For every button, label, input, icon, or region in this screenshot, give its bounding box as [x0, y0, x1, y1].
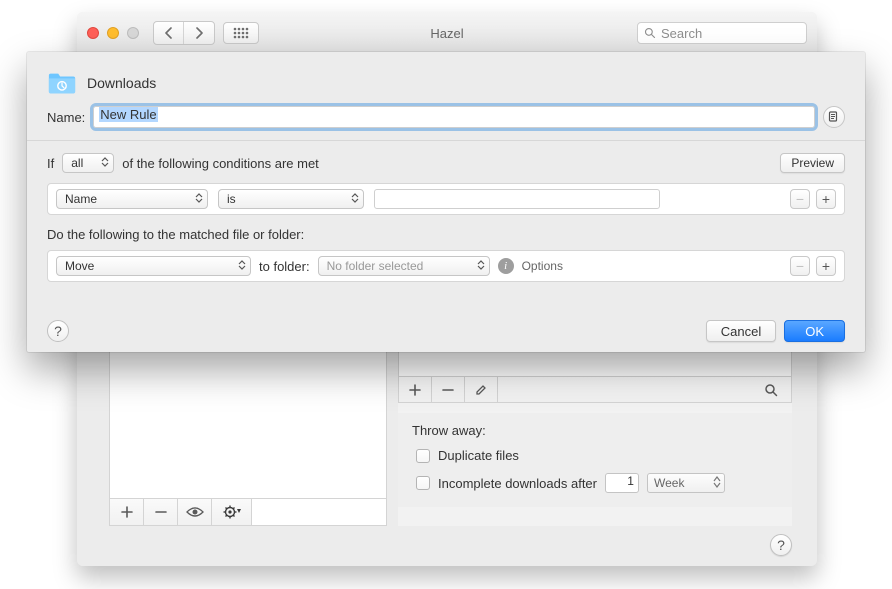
- preview-eye-button[interactable]: [178, 499, 212, 525]
- folders-toolbar: [110, 498, 386, 525]
- preview-button[interactable]: Preview: [780, 153, 845, 173]
- condition-row: Name is − +: [47, 183, 845, 215]
- options-label[interactable]: Options: [522, 259, 563, 273]
- to-folder-label: to folder:: [259, 259, 310, 274]
- duplicate-files-label: Duplicate files: [438, 448, 519, 463]
- close-window-button[interactable]: [87, 27, 99, 39]
- rule-name-value: New Rule: [99, 107, 157, 122]
- incomplete-downloads-label: Incomplete downloads after: [438, 476, 597, 491]
- nav-back-forward: [153, 21, 215, 45]
- if-suffix: of the following conditions are met: [122, 156, 319, 171]
- do-label: Do the following to the matched file or …: [47, 227, 845, 242]
- titlebar: Hazel Search: [77, 12, 817, 55]
- minimize-window-button[interactable]: [107, 27, 119, 39]
- zoom-window-button: [127, 27, 139, 39]
- remove-rule-button[interactable]: [432, 377, 465, 402]
- stepper-icon: [713, 476, 721, 488]
- add-condition-button[interactable]: +: [816, 189, 836, 209]
- condition-attribute-value: Name: [65, 192, 97, 206]
- action-verb-select[interactable]: Move: [56, 256, 251, 276]
- duplicate-files-checkbox[interactable]: [416, 449, 430, 463]
- if-label: If: [47, 156, 54, 171]
- match-mode-select[interactable]: all: [62, 153, 114, 173]
- throw-away-section: Throw away: Duplicate files Incomplete d…: [398, 413, 792, 507]
- help-button[interactable]: ?: [770, 534, 792, 556]
- condition-value-input[interactable]: [374, 189, 660, 209]
- updown-icon: [351, 193, 359, 203]
- rule-name-input[interactable]: New Rule: [93, 106, 815, 128]
- remove-action-button[interactable]: −: [790, 256, 810, 276]
- info-icon[interactable]: i: [498, 258, 514, 274]
- folder-name: Downloads: [87, 75, 156, 91]
- remove-condition-button[interactable]: −: [790, 189, 810, 209]
- rule-editor-sheet: Downloads Name: New Rule If all of the f…: [27, 52, 865, 352]
- condition-attribute-select[interactable]: Name: [56, 189, 208, 209]
- condition-operator-select[interactable]: is: [218, 189, 364, 209]
- notes-button[interactable]: [823, 106, 845, 128]
- traffic-lights: [87, 27, 139, 39]
- cancel-button[interactable]: Cancel: [706, 320, 776, 342]
- folder-icon: [47, 70, 77, 96]
- edit-rule-button[interactable]: [465, 377, 498, 402]
- condition-operator-value: is: [227, 192, 236, 206]
- show-all-button[interactable]: [223, 22, 259, 44]
- nav-back-button[interactable]: [154, 22, 184, 44]
- nav-forward-button[interactable]: [184, 22, 214, 44]
- action-folder-value: No folder selected: [327, 259, 424, 273]
- updown-icon: [477, 260, 485, 270]
- chevron-down-icon: [237, 509, 241, 513]
- action-row: Move to folder: No folder selected i Opt…: [47, 250, 845, 282]
- window-title: Hazel: [430, 26, 463, 41]
- throw-away-heading: Throw away:: [412, 423, 778, 438]
- search-field[interactable]: Search: [637, 22, 807, 44]
- incomplete-downloads-checkbox[interactable]: [416, 476, 430, 490]
- ok-button[interactable]: OK: [784, 320, 845, 342]
- updown-icon: [101, 157, 109, 167]
- actions-gear-button[interactable]: [212, 499, 252, 525]
- add-action-button[interactable]: +: [816, 256, 836, 276]
- incomplete-period-select[interactable]: Week: [647, 473, 725, 493]
- search-icon: [644, 27, 656, 39]
- search-rules-button[interactable]: [751, 377, 791, 402]
- remove-folder-button[interactable]: [144, 499, 178, 525]
- add-rule-button[interactable]: [399, 377, 432, 402]
- sheet-help-button[interactable]: ?: [47, 320, 69, 342]
- search-placeholder: Search: [661, 26, 702, 41]
- action-folder-select[interactable]: No folder selected: [318, 256, 490, 276]
- action-verb-value: Move: [65, 259, 94, 273]
- add-folder-button[interactable]: [110, 499, 144, 525]
- rules-toolbar: [398, 376, 792, 403]
- name-label: Name:: [47, 110, 85, 125]
- incomplete-period-value: Week: [654, 476, 684, 490]
- match-mode-value: all: [71, 156, 83, 170]
- updown-icon: [238, 260, 246, 270]
- incomplete-value-field[interactable]: 1: [605, 473, 639, 493]
- updown-icon: [195, 193, 203, 203]
